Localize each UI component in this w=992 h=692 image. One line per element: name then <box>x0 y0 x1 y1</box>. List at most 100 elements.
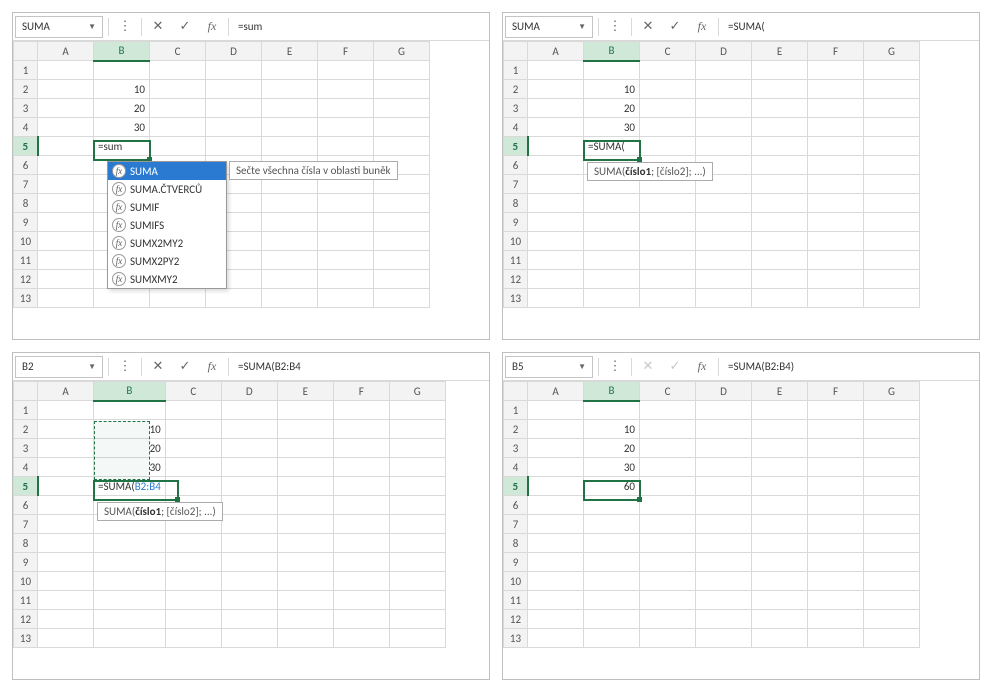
col-header[interactable]: F <box>333 382 389 401</box>
worksheet[interactable]: A B C D E F G 1 210 320 430 560 6 7 8 9 … <box>503 381 979 648</box>
expand-button[interactable]: ⋮ <box>114 16 136 38</box>
col-header[interactable]: G <box>864 382 920 401</box>
row-header[interactable]: 3 <box>14 99 38 118</box>
row-header[interactable]: 6 <box>504 156 528 175</box>
enter-icon[interactable]: ✓ <box>174 356 196 378</box>
row-header[interactable]: 1 <box>504 401 528 420</box>
row-header[interactable]: 2 <box>504 80 528 99</box>
col-header[interactable]: E <box>262 42 318 61</box>
cell-B3[interactable]: 20 <box>584 99 640 118</box>
row-header[interactable]: 3 <box>504 99 528 118</box>
expand-button[interactable]: ⋮ <box>604 356 626 378</box>
select-all-corner[interactable] <box>14 42 38 61</box>
col-header[interactable]: B <box>584 42 640 61</box>
cancel-icon[interactable]: ✕ <box>147 356 169 378</box>
col-header[interactable]: F <box>808 42 864 61</box>
row-header[interactable]: 7 <box>14 515 38 534</box>
row-header[interactable]: 8 <box>14 194 38 213</box>
col-header[interactable]: G <box>864 42 920 61</box>
formula-input[interactable] <box>234 356 487 378</box>
row-header[interactable]: 2 <box>14 420 38 439</box>
name-box[interactable]: B2 ▼ <box>15 356 103 378</box>
row-header[interactable]: 13 <box>504 289 528 308</box>
worksheet[interactable]: A B C D E F G 1 210 320 430 5=sum 6 7 8 … <box>13 41 489 308</box>
row-header[interactable]: 10 <box>14 232 38 251</box>
cell-B4[interactable]: 30 <box>94 458 166 477</box>
cell-B5[interactable]: =SUMA(B2:B4 <box>94 477 166 496</box>
worksheet[interactable]: A B C D E F G 1 210 320 430 5=SUMA(B2:B4… <box>13 381 489 648</box>
row-header[interactable]: 10 <box>504 572 528 591</box>
col-header[interactable]: F <box>808 382 864 401</box>
row-header[interactable]: 1 <box>14 401 38 420</box>
row-header[interactable]: 5 <box>14 137 38 156</box>
chevron-down-icon[interactable]: ▼ <box>578 22 586 32</box>
formula-input[interactable] <box>234 16 487 38</box>
row-header[interactable]: 8 <box>504 194 528 213</box>
row-header[interactable]: 2 <box>504 420 528 439</box>
col-header[interactable]: D <box>221 382 277 401</box>
col-header[interactable]: D <box>696 382 752 401</box>
expand-button[interactable]: ⋮ <box>604 16 626 38</box>
select-all-corner[interactable] <box>504 42 528 61</box>
cell-B4[interactable]: 30 <box>94 118 150 137</box>
col-header[interactable]: E <box>277 382 333 401</box>
row-header[interactable]: 6 <box>504 496 528 515</box>
col-header[interactable]: G <box>389 382 445 401</box>
row-header[interactable]: 4 <box>504 458 528 477</box>
row-header[interactable]: 4 <box>14 458 38 477</box>
cancel-icon[interactable]: ✕ <box>637 16 659 38</box>
row-header[interactable]: 9 <box>14 553 38 572</box>
row-header[interactable]: 10 <box>14 572 38 591</box>
row-header[interactable]: 5 <box>14 477 38 496</box>
select-all-corner[interactable] <box>14 382 38 401</box>
row-header[interactable]: 3 <box>504 439 528 458</box>
cell-B2[interactable]: 10 <box>94 80 150 99</box>
row-header[interactable]: 12 <box>504 610 528 629</box>
col-header[interactable]: G <box>374 42 430 61</box>
col-header[interactable]: C <box>640 42 696 61</box>
row-header[interactable]: 7 <box>504 175 528 194</box>
cell-B4[interactable]: 30 <box>584 118 640 137</box>
enter-icon[interactable]: ✓ <box>664 16 686 38</box>
col-header[interactable]: A <box>38 42 94 61</box>
col-header[interactable]: C <box>640 382 696 401</box>
row-header[interactable]: 8 <box>14 534 38 553</box>
select-all-corner[interactable] <box>504 382 528 401</box>
formula-input[interactable] <box>724 16 977 38</box>
cell-B5[interactable]: =sum <box>94 137 150 156</box>
row-header[interactable]: 9 <box>14 213 38 232</box>
name-box[interactable]: B5 ▼ <box>505 356 593 378</box>
col-header[interactable]: E <box>752 42 808 61</box>
chevron-down-icon[interactable]: ▼ <box>88 22 96 32</box>
col-header[interactable]: C <box>165 382 221 401</box>
autocomplete-item[interactable]: fxSUMA <box>108 162 226 180</box>
autocomplete-item[interactable]: fxSUMX2PY2 <box>108 252 226 270</box>
row-header[interactable]: 1 <box>504 61 528 80</box>
row-header[interactable]: 9 <box>504 553 528 572</box>
enter-icon[interactable]: ✓ <box>174 16 196 38</box>
row-header[interactable]: 11 <box>14 591 38 610</box>
row-header[interactable]: 1 <box>14 61 38 80</box>
row-header[interactable]: 12 <box>14 270 38 289</box>
autocomplete-item[interactable]: fxSUMIFS <box>108 216 226 234</box>
fx-icon[interactable]: fx <box>201 356 223 378</box>
row-header[interactable]: 11 <box>504 591 528 610</box>
fx-icon[interactable]: fx <box>691 16 713 38</box>
fx-icon[interactable]: fx <box>691 356 713 378</box>
col-header[interactable]: B <box>94 382 166 401</box>
row-header[interactable]: 13 <box>504 629 528 648</box>
autocomplete-dropdown[interactable]: fxSUMA fxSUMA.ČTVERCŮ fxSUMIF fxSUMIFS f… <box>107 161 227 289</box>
row-header[interactable]: 11 <box>14 251 38 270</box>
autocomplete-item[interactable]: fxSUMA.ČTVERCŮ <box>108 180 226 198</box>
name-box[interactable]: SUMA ▼ <box>15 16 103 38</box>
autocomplete-item[interactable]: fxSUMXMY2 <box>108 270 226 288</box>
fx-icon[interactable]: fx <box>201 16 223 38</box>
cell-B5[interactable]: =SUMA( <box>584 137 640 156</box>
col-header[interactable]: C <box>150 42 206 61</box>
row-header[interactable]: 5 <box>504 477 528 496</box>
cell-B5[interactable]: 60 <box>584 477 640 496</box>
row-header[interactable]: 5 <box>504 137 528 156</box>
row-header[interactable]: 12 <box>14 610 38 629</box>
row-header[interactable]: 3 <box>14 439 38 458</box>
expand-button[interactable]: ⋮ <box>114 356 136 378</box>
